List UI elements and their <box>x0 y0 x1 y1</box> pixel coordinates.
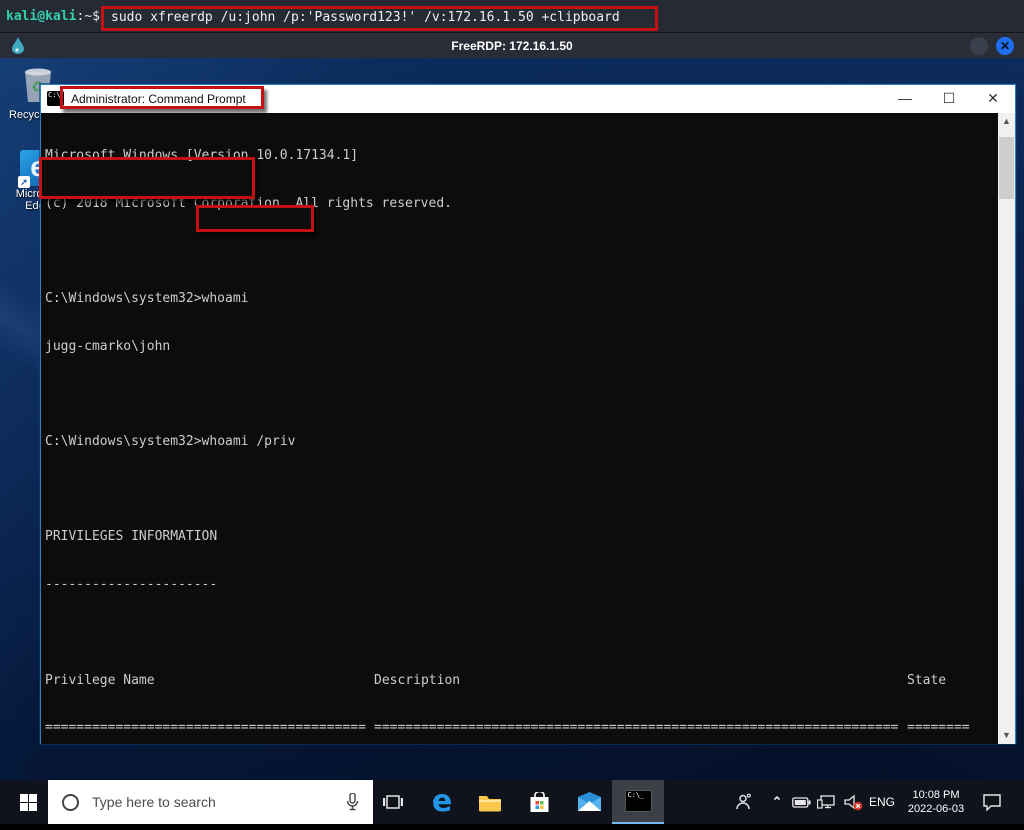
action-center-icon <box>983 794 1001 811</box>
scrollbar-thumb[interactable] <box>999 137 1014 199</box>
annotation-box-whoami-priv <box>196 205 314 232</box>
taskbar-cmd-button-active[interactable]: C:\_ <box>612 780 664 824</box>
annotation-box-xfreerdp-command <box>101 6 658 31</box>
console-whoami-prompt: C:\Windows\system32>whoami <box>45 291 998 307</box>
freerdp-close-button[interactable]: ✕ <box>996 37 1014 55</box>
separator-desc: ========================================… <box>374 720 907 736</box>
freerdp-session-screen: kali@kali:~$ sudo xfreerdp /u:john /p:'P… <box>0 0 1024 830</box>
annotation-box-whoami <box>39 157 255 199</box>
search-placeholder: Type here to search <box>92 794 346 810</box>
console-blank <box>45 243 998 259</box>
console-whoami-priv-prompt: C:\Windows\system32>whoami /priv <box>45 434 998 450</box>
cortana-icon <box>62 794 79 811</box>
annotation-box-cmd-title <box>60 86 264 109</box>
clock-date: 2022-06-03 <box>900 802 972 816</box>
scrollbar-up-arrow-icon[interactable]: ▲ <box>998 113 1015 130</box>
cmd-close-button[interactable]: ✕ <box>971 85 1015 113</box>
edge-icon: e <box>432 787 452 817</box>
console-whoami-output: jugg-cmarko\john <box>45 339 998 355</box>
freerdp-minimize-button[interactable] <box>970 37 988 55</box>
microsoft-store-icon <box>529 792 550 813</box>
windows-taskbar: Type here to search e <box>0 780 1024 824</box>
shortcut-arrow-icon: ➚ <box>18 176 30 188</box>
tray-volume-muted[interactable] <box>840 780 866 824</box>
network-icon <box>817 795 835 810</box>
battery-icon <box>792 797 811 808</box>
column-header-description: Description <box>374 673 907 689</box>
cmd-scrollbar[interactable]: ▲ ▼ <box>998 113 1015 744</box>
kali-terminal-strip: kali@kali:~$ sudo xfreerdp /u:john /p:'P… <box>0 0 1024 32</box>
tray-battery[interactable] <box>788 780 814 824</box>
taskbar-people-button[interactable] <box>726 780 760 824</box>
separator-state: ======== <box>907 720 977 736</box>
tray-clock[interactable]: 10:08 PM 2022-06-03 <box>900 780 972 824</box>
people-icon <box>734 793 752 811</box>
mail-icon <box>577 792 602 812</box>
tray-network[interactable] <box>812 780 840 824</box>
freerdp-title: FreeRDP: 172.16.1.50 <box>0 39 1024 53</box>
taskbar-store-button[interactable] <box>521 780 557 824</box>
cmd-minimize-button[interactable]: — <box>883 85 927 113</box>
tray-show-hidden-icons[interactable]: ⌃ <box>766 780 788 824</box>
windows-logo-icon <box>20 794 37 811</box>
whoami-priv-command: whoami /priv <box>202 434 296 449</box>
prompt-path: C:\Windows\system32> <box>45 434 202 449</box>
action-center-button[interactable] <box>972 780 1012 824</box>
language-label: ENG <box>869 795 895 809</box>
kali-prompt-user: kali@kali <box>6 9 76 24</box>
console-blank <box>45 386 998 402</box>
speaker-muted-icon <box>844 794 863 811</box>
taskbar-mail-button[interactable] <box>571 780 607 824</box>
microphone-icon[interactable] <box>346 793 359 811</box>
console-blank <box>45 482 998 498</box>
separator-name: ========================================… <box>45 720 374 736</box>
task-view-icon <box>383 794 403 810</box>
privilege-table-separator: ========================================… <box>45 720 998 736</box>
kali-prompt-line: kali@kali:~$ <box>6 9 100 24</box>
start-button[interactable] <box>8 780 48 824</box>
column-header-privilege-name: Privilege Name <box>45 673 374 689</box>
tray-language-indicator[interactable]: ENG <box>864 780 900 824</box>
bottom-black-strip <box>0 824 1024 830</box>
column-header-state: State <box>907 673 977 689</box>
scrollbar-down-arrow-icon[interactable]: ▼ <box>998 727 1015 744</box>
cmd-taskbar-icon: C:\_ <box>625 790 652 812</box>
privilege-table-header: Privilege Name Description State <box>45 673 998 689</box>
privileges-information-underline: ---------------------- <box>45 577 998 593</box>
cmd-console-output[interactable]: Microsoft Windows [Version 10.0.17134.1]… <box>41 113 998 744</box>
cmd-maximize-button[interactable]: ☐ <box>927 85 971 113</box>
file-explorer-icon <box>478 793 502 812</box>
freerdp-titlebar: FreeRDP: 172.16.1.50 ✕ <box>0 32 1024 58</box>
privileges-information-header: PRIVILEGES INFORMATION <box>45 529 998 545</box>
taskbar-edge-button[interactable]: e <box>424 780 460 824</box>
kali-prompt-suffix: :~$ <box>76 9 99 24</box>
clock-time: 10:08 PM <box>900 788 972 802</box>
chevron-up-icon: ⌃ <box>772 794 783 810</box>
task-view-button[interactable] <box>376 780 410 824</box>
taskbar-file-explorer-button[interactable] <box>472 780 508 824</box>
console-blank <box>45 625 998 641</box>
taskbar-search-box[interactable]: Type here to search <box>48 780 373 824</box>
